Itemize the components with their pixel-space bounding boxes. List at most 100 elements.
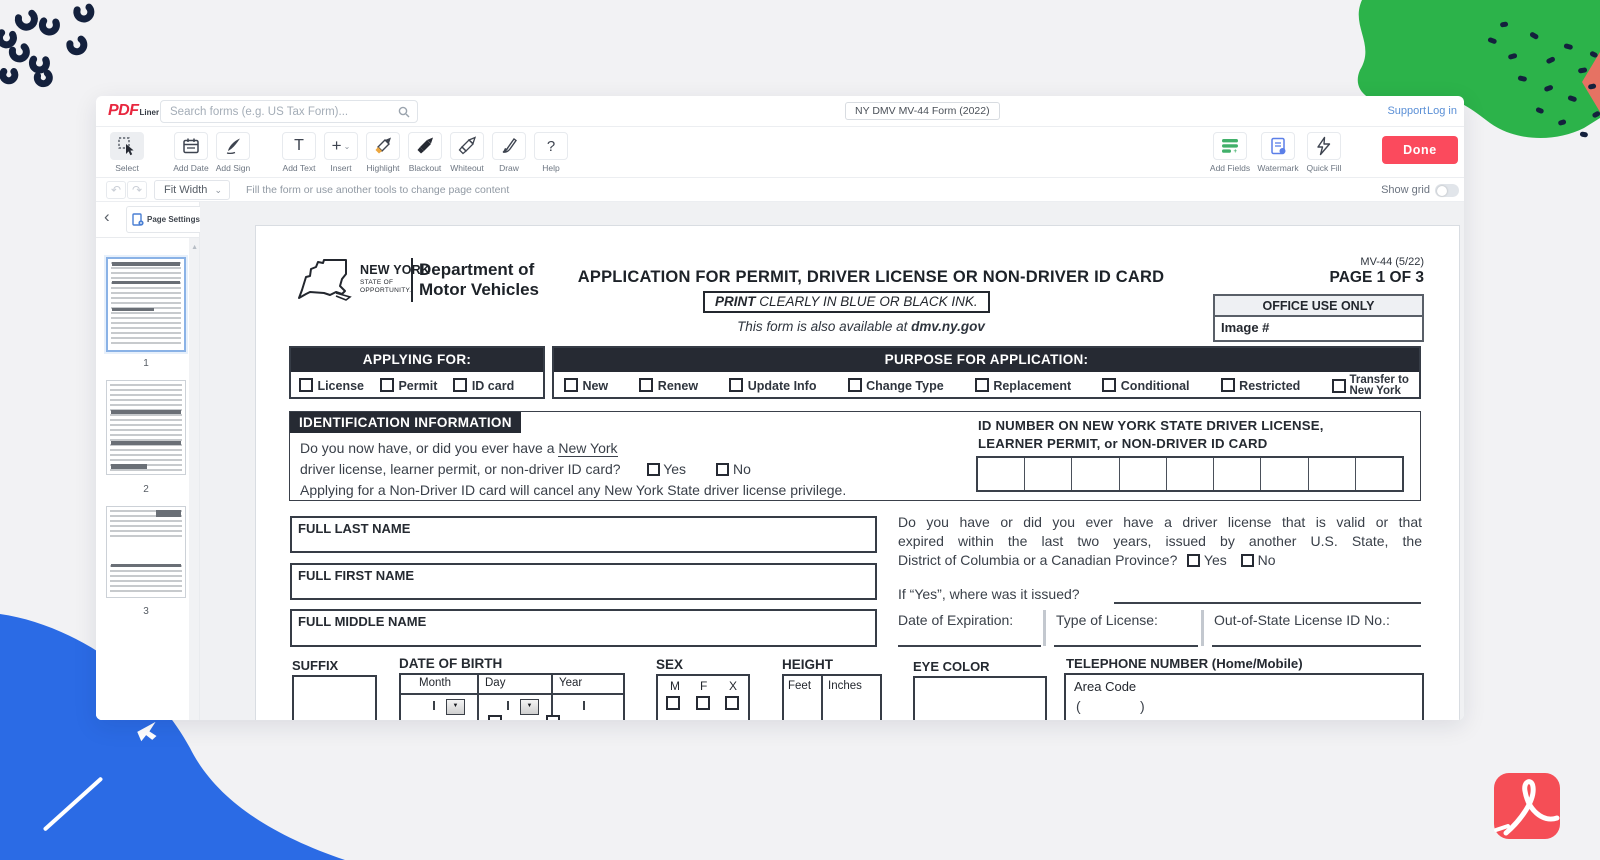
sex-x-checkbox[interactable]: [725, 696, 739, 710]
id-cell[interactable]: [1356, 458, 1402, 490]
tool-quick-fill[interactable]: Quick Fill: [1302, 132, 1346, 173]
license-checkbox[interactable]: [299, 378, 313, 392]
day-dropdown-button[interactable]: ▼: [520, 699, 539, 715]
zoom-mode-select[interactable]: Fit Width⌄: [154, 180, 230, 200]
tool-highlight[interactable]: Highlight: [362, 132, 404, 173]
dob-col-divider: [477, 675, 479, 720]
availability-note: This form is also available at dmv.ny.go…: [651, 319, 1071, 334]
new-checkbox[interactable]: [564, 378, 578, 392]
oos-no-checkbox[interactable]: [1241, 554, 1254, 567]
expiration-answer-line[interactable]: [898, 645, 1041, 647]
issued-answer-line[interactable]: [1114, 602, 1421, 604]
permit-checkbox[interactable]: [380, 378, 394, 392]
oos-id-answer-line[interactable]: [1212, 645, 1421, 647]
tool-add-date[interactable]: Add Date: [170, 132, 212, 173]
applying-for-box: APPLYING FOR: License Permit ID card: [289, 346, 545, 399]
full-middle-name-field[interactable]: FULL MIDDLE NAME: [290, 609, 877, 647]
update-info-checkbox[interactable]: [729, 378, 743, 392]
dob-tick: [433, 701, 435, 710]
month-dropdown-button[interactable]: ▼: [446, 699, 465, 715]
done-button[interactable]: Done: [1382, 136, 1458, 164]
tool-watermark[interactable]: Watermark: [1256, 132, 1300, 173]
clipped-checkbox[interactable]: [546, 715, 560, 720]
dob-field[interactable]: Month Day Year ▼ ▼: [399, 673, 625, 720]
page-settings-button[interactable]: Page Settings: [126, 206, 206, 233]
office-use-header: OFFICE USE ONLY: [1215, 296, 1422, 317]
phone-field[interactable]: Area Code ( ): [1064, 673, 1424, 720]
tool-select[interactable]: Select: [106, 132, 148, 173]
login-link[interactable]: Log in: [1427, 105, 1457, 117]
purpose-option: Conditional: [1102, 377, 1189, 395]
adobe-acrobat-icon: [1494, 773, 1560, 839]
pdfliner-logo[interactable]: PDFLiner: [108, 102, 159, 120]
oos-question-line3: District of Columbia or a Canadian Provi…: [898, 552, 1422, 568]
id-cell[interactable]: [1309, 458, 1356, 490]
height-field[interactable]: Feet Inches: [782, 674, 882, 720]
renew-checkbox[interactable]: [639, 378, 653, 392]
dept-line2: Motor Vehicles: [419, 280, 539, 300]
feet-label: Feet: [788, 680, 811, 692]
search-box[interactable]: [160, 100, 418, 123]
scroll-up-icon[interactable]: ▲: [191, 244, 198, 251]
id-cell[interactable]: [1025, 458, 1072, 490]
ident-yes-checkbox[interactable]: [647, 463, 660, 476]
pdf-page: NEW YORK STATE OF OPPORTUNITY. Departmen…: [255, 225, 1460, 720]
id-cell[interactable]: [1072, 458, 1119, 490]
search-input[interactable]: [161, 101, 417, 122]
purpose-option: Restricted: [1221, 377, 1301, 395]
ident-question-line2: driver license, learner permit, or non-d…: [300, 461, 751, 477]
option-label: Permit: [398, 379, 437, 393]
ident-q-line2-text: driver license, learner permit, or non-d…: [300, 461, 621, 477]
search-icon: [398, 106, 410, 118]
license-type-answer-line[interactable]: [1054, 645, 1198, 647]
thumbnail-scrollbar[interactable]: [189, 238, 199, 720]
id-number-cells[interactable]: [976, 456, 1404, 492]
conditional-checkbox[interactable]: [1102, 378, 1116, 392]
ident-no-checkbox[interactable]: [716, 463, 729, 476]
id-cell[interactable]: [1214, 458, 1261, 490]
tool-add-text[interactable]: T Add Text: [278, 132, 320, 173]
sex-m-checkbox[interactable]: [666, 696, 680, 710]
id-cell[interactable]: [1120, 458, 1167, 490]
tool-add-fields[interactable]: + Add Fields: [1208, 132, 1252, 173]
suffix-field[interactable]: [292, 675, 377, 720]
tool-help[interactable]: ? Help: [530, 132, 572, 173]
full-last-name-field[interactable]: FULL LAST NAME: [290, 516, 877, 553]
page-thumbnail-3[interactable]: [106, 506, 186, 598]
change-type-checkbox[interactable]: [848, 378, 862, 392]
dob-header-line: [401, 693, 623, 695]
transfer-checkbox[interactable]: [1332, 379, 1346, 393]
clipped-checkbox[interactable]: [488, 715, 502, 720]
signature-pen-icon: [216, 132, 250, 160]
applying-option-permit: Permit: [380, 377, 437, 395]
tool-blackout[interactable]: Blackout: [404, 132, 446, 173]
show-grid-toggle[interactable]: [1435, 184, 1459, 197]
id-cell[interactable]: [1261, 458, 1308, 490]
option-label: License: [317, 379, 364, 393]
collapse-sidebar-icon[interactable]: ‹: [104, 207, 110, 227]
sex-f-checkbox[interactable]: [696, 696, 710, 710]
eye-color-field[interactable]: [913, 676, 1047, 720]
oos-yes-checkbox[interactable]: [1187, 554, 1200, 567]
id-card-checkbox[interactable]: [453, 378, 467, 392]
applying-option-license: License: [299, 377, 364, 395]
print-rest: CLEARLY IN BLUE OR BLACK INK.: [756, 294, 978, 309]
full-first-name-field[interactable]: FULL FIRST NAME: [290, 563, 877, 600]
tool-draw[interactable]: Draw: [488, 132, 530, 173]
restricted-checkbox[interactable]: [1221, 378, 1235, 392]
tool-insert[interactable]: +⌄ Insert: [320, 132, 362, 173]
undo-button[interactable]: ↶: [106, 181, 126, 199]
id-cell[interactable]: [978, 458, 1025, 490]
id-cell[interactable]: [1167, 458, 1214, 490]
replacement-checkbox[interactable]: [975, 378, 989, 392]
redo-button[interactable]: ↷: [127, 181, 147, 199]
support-link[interactable]: Support: [1387, 105, 1426, 117]
ident-q-pre: Do you now have, or did you ever have a: [300, 440, 558, 456]
identification-header: IDENTIFICATION INFORMATION: [290, 412, 521, 433]
form-code: MV-44 (5/22): [1296, 256, 1424, 268]
left-tool-group: Select Add Date Add Sign T Add Text: [106, 132, 572, 173]
page-thumbnail-2[interactable]: [106, 380, 186, 475]
tool-add-sign[interactable]: Add Sign: [212, 132, 254, 173]
page-thumbnail-1[interactable]: [106, 257, 186, 352]
tool-whiteout[interactable]: Whiteout: [446, 132, 488, 173]
